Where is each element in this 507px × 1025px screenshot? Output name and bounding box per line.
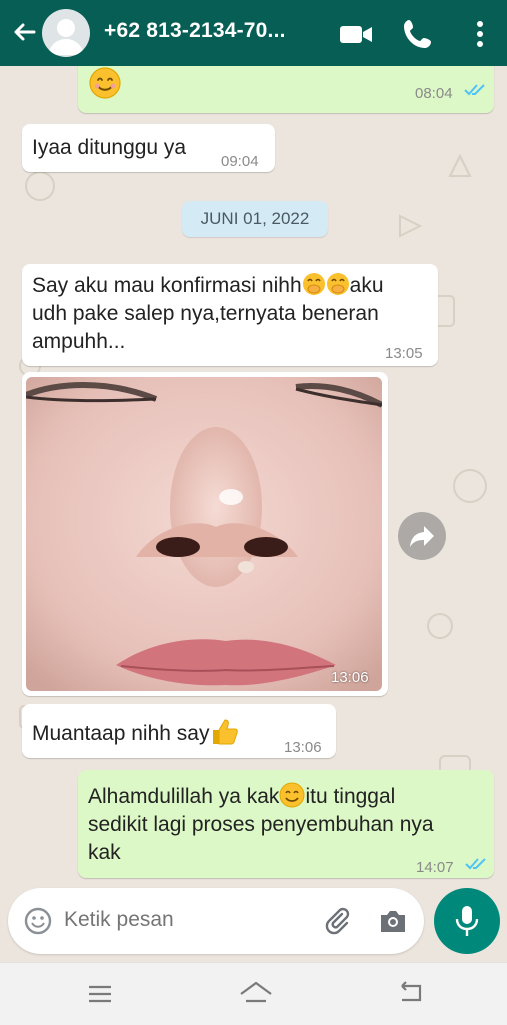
message-bubble-incoming[interactable]: Iyaa ditunggu ya 09:04 (22, 124, 275, 172)
read-ticks-icon (464, 84, 485, 96)
voice-call-icon[interactable] (400, 16, 436, 52)
video-call-icon[interactable] (338, 16, 374, 52)
message-time: 13:05 (385, 345, 423, 362)
message-text-line1: Say aku mau konfirmasi nihh (32, 274, 302, 297)
message-text-line3: ampuhh... (32, 330, 126, 353)
message-text-line1b: itu tinggal (305, 785, 396, 808)
forward-button[interactable] (398, 512, 446, 560)
paperclip-icon[interactable] (322, 906, 352, 936)
message-text: Muantaap nihh say (32, 722, 210, 745)
message-time: 09:04 (221, 153, 259, 170)
forward-icon (410, 526, 434, 547)
message-input[interactable] (64, 908, 304, 932)
message-text-line1b: aku (349, 274, 384, 297)
message-text-line1: Alhamdulillah ya kak (88, 785, 280, 808)
date-separator: JUNI 01, 2022 (182, 201, 328, 237)
arrow-left-icon[interactable] (8, 16, 40, 48)
back-nav-icon[interactable] (396, 981, 426, 1007)
thumbs-up-emoji (213, 719, 239, 745)
menu-icon[interactable] (86, 983, 114, 1005)
message-time: 08:04 (415, 85, 453, 102)
message-photo[interactable]: 13:06 (26, 377, 382, 691)
smiling-face-emoji (279, 782, 305, 808)
message-text: Iyaa ditunggu ya (32, 136, 187, 159)
image-time: 13:06 (331, 669, 369, 686)
message-time: 13:06 (284, 739, 322, 756)
message-bubble-incoming[interactable]: Say aku mau konfirmasi nihh aku udh pake … (22, 264, 438, 366)
chat-area[interactable]: 08:04 Iyaa ditunggu ya 09:04 JUNI 01, 20… (0, 66, 507, 888)
hand-over-mouth-emoji (302, 273, 325, 295)
message-bubble-outgoing[interactable]: Alhamdulillah ya kak itu tinggal sedikit… (78, 770, 494, 878)
home-icon[interactable] (238, 979, 274, 1007)
face-close-up-photo (26, 377, 382, 691)
mic-button[interactable] (434, 888, 500, 954)
message-time: 14:07 (416, 859, 454, 876)
contact-avatar[interactable] (42, 9, 90, 57)
message-text-line2: sedikit lagi proses penyembuhan nya (88, 813, 434, 836)
more-vert-icon[interactable] (462, 16, 498, 52)
system-nav-bar (0, 962, 507, 1025)
emoji-icon[interactable] (24, 907, 52, 935)
message-input-bar (8, 888, 424, 954)
message-bubble-outgoing[interactable]: 08:04 (78, 66, 494, 113)
message-bubble-incoming[interactable]: Muantaap nihh say 13:06 (22, 704, 336, 758)
message-text-line2: udh pake salep nya,ternyata beneran (32, 302, 379, 325)
chat-header: +62 813-2134-70... (0, 0, 507, 66)
hand-over-mouth-emoji (326, 273, 349, 295)
contact-name[interactable]: +62 813-2134-70... (104, 19, 286, 43)
read-ticks-icon (465, 858, 486, 870)
microphone-icon (455, 906, 479, 936)
camera-icon[interactable] (378, 906, 408, 936)
default-avatar-icon (48, 19, 84, 55)
smiling-face-emoji (89, 67, 121, 99)
